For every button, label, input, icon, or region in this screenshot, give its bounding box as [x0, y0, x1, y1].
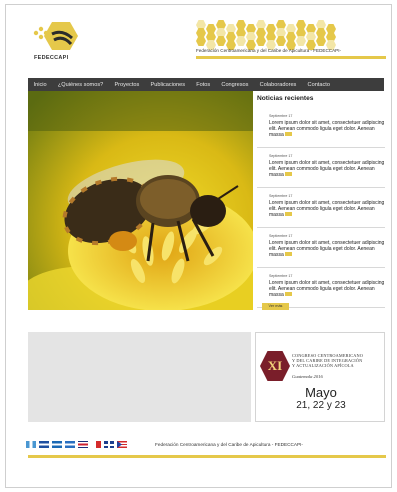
- panama-flag-icon[interactable]: [91, 441, 101, 448]
- news-body: Lorem ipsum dolor sit amet, consectetuer…: [269, 119, 385, 138]
- footer-text: Federación Centroamericana y del Caribe …: [155, 442, 303, 447]
- read-more-icon[interactable]: [284, 292, 292, 297]
- congress-badge: XI: [260, 351, 290, 381]
- nav-item-publicaciones[interactable]: Publicaciones: [145, 82, 191, 88]
- nicaragua-flag-icon[interactable]: [65, 441, 75, 448]
- news-item[interactable]: Septiembre 17 Lorem ipsum dolor sit amet…: [257, 108, 385, 148]
- congress-banner[interactable]: XI Congreso Centroamericano y del Caribe…: [255, 332, 385, 422]
- see-more-button[interactable]: Ver más: [262, 303, 289, 310]
- footer-divider: [28, 455, 386, 458]
- news-body: Lorem ipsum dolor sit amet, consectetuer…: [269, 199, 385, 218]
- news-item[interactable]: Septiembre 17 Lorem ipsum dolor sit amet…: [257, 228, 385, 268]
- congress-number: XI: [267, 358, 283, 373]
- news-date: Septiembre 17: [269, 234, 293, 238]
- congress-days: 21, 22 y 23: [296, 400, 346, 411]
- news-body: Lorem ipsum dolor sit amet, consectetuer…: [269, 279, 385, 298]
- news-item[interactable]: Septiembre 17 Lorem ipsum dolor sit amet…: [257, 148, 385, 188]
- main-nav: Inicio ¿Quiénes somos? Proyectos Publica…: [28, 78, 384, 91]
- honeycomb-cell: [216, 36, 226, 46]
- news-date: Septiembre 17: [269, 114, 293, 118]
- nav-item-contacto[interactable]: Contacto: [302, 82, 336, 88]
- news-item[interactable]: Septiembre 17 Lorem ipsum dolor sit amet…: [257, 188, 385, 228]
- nav-item-fotos[interactable]: Fotos: [191, 82, 216, 88]
- congress-place: Guatemala 2016: [292, 374, 323, 379]
- news-date: Septiembre 17: [269, 154, 293, 158]
- member-flags: [26, 441, 127, 448]
- nav-item-quienes-somos[interactable]: ¿Quiénes somos?: [52, 82, 109, 88]
- honeycomb-cell: [196, 36, 206, 46]
- honeycomb-cell: [236, 36, 246, 46]
- news-body: Lorem ipsum dolor sit amet, consectetuer…: [269, 159, 385, 178]
- header-divider: [196, 56, 386, 59]
- costa-rica-flag-icon[interactable]: [78, 441, 88, 448]
- news-date: Septiembre 17: [269, 274, 293, 278]
- congress-description: Congreso Centroamericano y del Caribe de…: [292, 353, 364, 368]
- dominican-republic-flag-icon[interactable]: [104, 441, 114, 448]
- nav-item-inicio[interactable]: Inicio: [28, 82, 52, 88]
- congress-month: Mayo: [305, 385, 337, 400]
- honduras-flag-icon[interactable]: [52, 441, 62, 448]
- read-more-icon[interactable]: [284, 252, 292, 257]
- organization-title: Federación Centroamericana y del Caribe …: [196, 48, 342, 53]
- content-placeholder: [28, 332, 251, 422]
- honeycomb-banner: [196, 20, 336, 50]
- honeycomb-cell: [316, 36, 326, 46]
- hero-bee-image: [28, 91, 253, 310]
- read-more-icon[interactable]: [284, 212, 292, 217]
- logo-text: FEDECCAPI: [34, 55, 69, 61]
- read-more-icon[interactable]: [284, 172, 292, 177]
- honeycomb-cell: [276, 36, 286, 46]
- recent-news-title: Noticias recientes: [257, 95, 314, 102]
- honeycomb-cell: [296, 36, 306, 46]
- news-item[interactable]: Septiembre 17 Lorem ipsum dolor sit amet…: [257, 268, 385, 308]
- guatemala-flag-icon[interactable]: [26, 441, 36, 448]
- news-body: Lorem ipsum dolor sit amet, consectetuer…: [269, 239, 385, 258]
- puerto-rico-flag-icon[interactable]: [117, 441, 127, 448]
- honeycomb-cell: [256, 36, 266, 46]
- nav-item-colaboradores[interactable]: Colaboradores: [254, 82, 302, 88]
- read-more-icon[interactable]: [284, 132, 292, 137]
- nav-item-congresos[interactable]: Congresos: [216, 82, 254, 88]
- el-salvador-flag-icon[interactable]: [39, 441, 49, 448]
- nav-item-proyectos[interactable]: Proyectos: [109, 82, 145, 88]
- recent-news: Noticias recientes Septiembre 17 Lorem i…: [257, 95, 385, 308]
- news-date: Septiembre 17: [269, 194, 293, 198]
